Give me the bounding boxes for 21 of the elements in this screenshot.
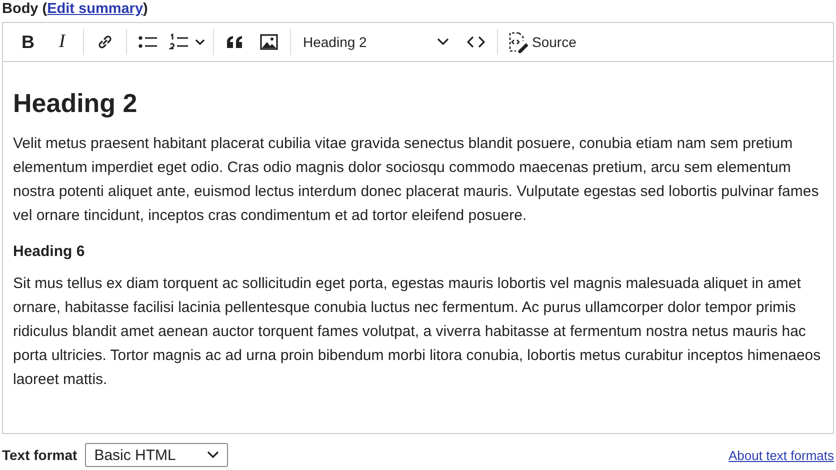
text-format-label: Text format xyxy=(2,447,78,463)
numbered-list-icon xyxy=(169,33,205,51)
paragraph: Velit metus praesent habitant placerat cubilia vitae gravida senectus blandit posuere, conubia etiam nam sem pretium elementum imperdiet eget odio. Cras odio magnis dolor sociosqu commodo maecenas pretium, arcu sem elementum nostra potenti aliquet ante, euismod lectus interdum donec placerat mauris. Vulputate egestas sed lobortis pulvinar fames vel ornare tincidunt, inceptos cras condimentum et ad tortor eleifend posuere. xyxy=(13,134,820,226)
subheading: Heading 6 xyxy=(13,242,86,262)
edit-summary-link[interactable]: Edit summary xyxy=(47,1,144,17)
heading: Heading 2 xyxy=(13,88,138,118)
italic-button[interactable]: I xyxy=(47,27,77,57)
source-button[interactable]: Source xyxy=(504,27,578,57)
quote-icon xyxy=(226,35,244,49)
code-icon xyxy=(467,35,485,49)
field-label: Body (Edit summary) xyxy=(2,1,148,17)
image-icon xyxy=(260,34,278,50)
bold-button[interactable]: B xyxy=(13,27,43,57)
caret-icon xyxy=(207,451,220,459)
paragraph: Sit mus tellus ex diam torquent ac sollicitudin eget porta, egestas mauris lobortis vel magnis malesuada aliquet in amet ornare, habitasse facilisi lacinia pellentesque conubia luctus nec fermentum. Ac purus ullamcorper dolor tempor primis ridiculus blandit amet aenean auctor torquent fames volutpat, a viverra habitasse at fermentum nostra netus mauris hac porta ultricies. Tortor magnis ac ad urna proin bibendum morbi litora conubia, lobortis metus curabitur inceptos himenaeos laoreet mattis. xyxy=(13,274,822,390)
heading-dropdown[interactable]: Heading 2 xyxy=(297,27,457,57)
text-format-dropdown[interactable]: Basic HTML xyxy=(85,443,228,467)
bulleted-list-icon xyxy=(138,34,158,50)
caret-icon xyxy=(437,38,449,46)
about-text-formats-link[interactable]: About text formats xyxy=(728,448,834,462)
link-icon xyxy=(96,33,114,51)
